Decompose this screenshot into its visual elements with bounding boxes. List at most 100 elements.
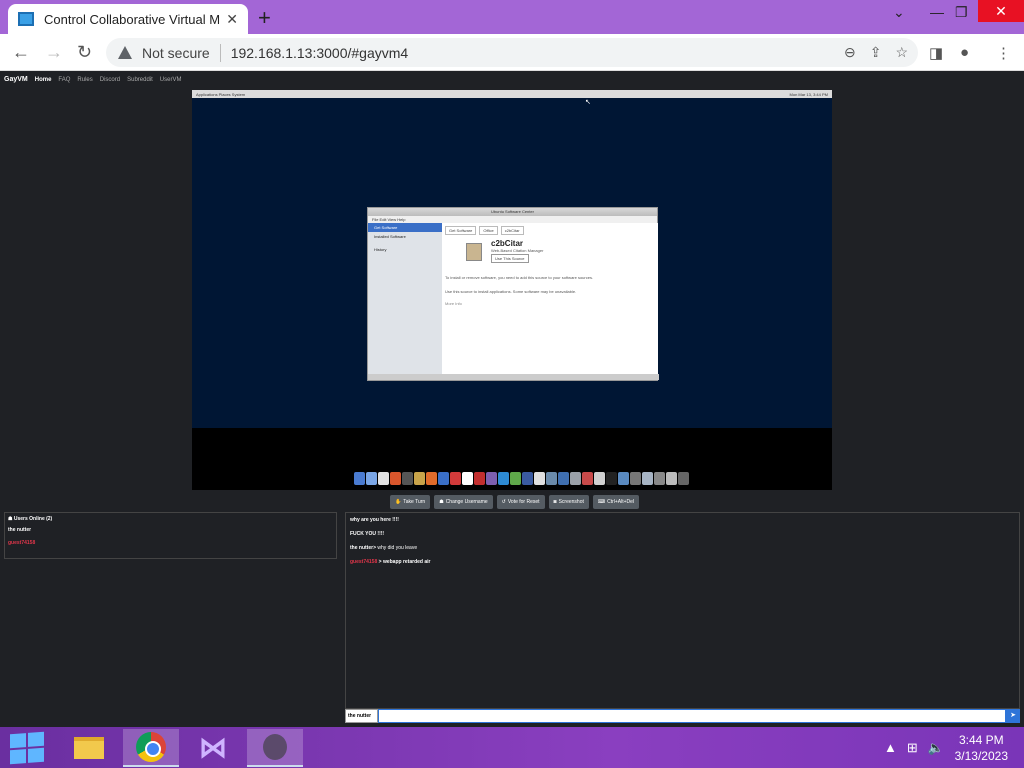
new-tab-button[interactable]: +: [258, 5, 271, 31]
chrome-icon: [136, 732, 166, 762]
chat-input[interactable]: [378, 709, 1006, 723]
not-secure-label: Not secure: [142, 44, 210, 61]
screenshot-button[interactable]: ◙ Screenshot: [548, 495, 589, 509]
hand-icon: ✋: [395, 499, 402, 505]
nav-faq[interactable]: FAQ: [58, 77, 70, 83]
menu-dots-icon[interactable]: ⋮: [996, 44, 1011, 62]
nav-discord[interactable]: Discord: [100, 77, 120, 83]
vote-reset-button[interactable]: ↺ Vote for Reset: [496, 495, 545, 509]
usc-titlebar: Ubuntu Software Center: [368, 208, 657, 216]
windows-logo-icon: [28, 747, 44, 763]
usc-sidebar-installed: Installed Software: [374, 234, 406, 239]
nav-uservm[interactable]: UserVM: [160, 77, 182, 83]
chat-message: why are you here !!!!: [350, 517, 1015, 523]
nav-subreddit[interactable]: Subreddit: [127, 77, 153, 83]
dock-app-icon: [666, 472, 677, 485]
screenshot-label: Screenshot: [558, 499, 584, 505]
ctrl-alt-del-button[interactable]: ⌨ Ctrl+Alt+Del: [592, 495, 640, 509]
dock-app-icon: [654, 472, 665, 485]
restore-button[interactable]: ❐: [955, 4, 968, 21]
bookmark-star-icon[interactable]: ☆: [895, 44, 908, 61]
change-username-label: Change Username: [445, 499, 488, 505]
chevron-down-icon[interactable]: ⌄: [893, 4, 905, 21]
user-item[interactable]: guest74158: [8, 540, 333, 546]
vm-panel-clock: Mon Mar 13, 3:44 PM: [789, 91, 828, 97]
dock-app-icon: [558, 472, 569, 485]
chevron-up-icon[interactable]: ▲: [884, 740, 897, 756]
start-button[interactable]: [10, 731, 44, 765]
send-icon: ➤: [1010, 712, 1016, 719]
chat-text: FUCK YOU !!!!: [350, 531, 385, 537]
side-panel-icon[interactable]: ◨: [929, 44, 943, 62]
vote-reset-label: Vote for Reset: [507, 499, 540, 505]
user-icon: ☗: [439, 499, 444, 505]
usc-app-subtitle: Web-Based Citation Manager: [491, 248, 544, 253]
send-button[interactable]: ➤: [1006, 709, 1020, 723]
url-text[interactable]: 192.168.1.13:3000/#gayvm4: [231, 45, 408, 61]
dock-app-icon: [630, 472, 641, 485]
usc-crumb: Office: [479, 226, 498, 235]
dock-app-icon: [438, 472, 449, 485]
chat-log: why are you here !!!! FUCK YOU !!!! the …: [345, 512, 1020, 709]
clock-date: 3/13/2023: [954, 749, 1008, 763]
keyboard-icon: ⌨: [597, 499, 606, 505]
browser-tab[interactable]: Control Collaborative Virtual Ma ✕: [8, 4, 248, 34]
close-window-button[interactable]: ✕: [978, 0, 1024, 22]
lock-app-button[interactable]: [247, 729, 303, 767]
volume-icon[interactable]: 🔈: [928, 740, 944, 756]
reset-icon: ↺: [501, 499, 506, 505]
dock-app-icon: [426, 472, 437, 485]
users-online-panel: ☗ Users Online (2) the nutter guest74158: [4, 512, 337, 559]
windows-logo-icon: [28, 731, 44, 747]
share-icon[interactable]: ⇪: [870, 44, 882, 61]
profile-icon[interactable]: ●: [960, 44, 969, 61]
taskbar-clock[interactable]: 3:44 PM 3/13/2023: [955, 732, 1008, 764]
usc-sidebar-history: History: [374, 247, 387, 252]
dock-app-icon: [366, 472, 377, 485]
user-item[interactable]: the nutter: [8, 527, 333, 533]
dock-app-icon: [582, 472, 593, 485]
nav-home[interactable]: Home: [35, 77, 52, 83]
dock-app-icon: [486, 472, 497, 485]
dock-app-icon: [510, 472, 521, 485]
usc-desc: To install or remove software, you need …: [445, 275, 594, 280]
clock-time: 3:44 PM: [958, 733, 1004, 747]
vm-dock-area: [192, 428, 832, 490]
dock-app-icon: [498, 472, 509, 485]
take-turn-button[interactable]: ✋ Take Turn: [390, 495, 431, 509]
chrome-taskbar-button[interactable]: [123, 729, 179, 767]
visual-studio-button[interactable]: ⋈: [185, 729, 241, 767]
web-page: GayVM Home FAQ Rules Discord Subreddit U…: [0, 71, 1024, 727]
usc-sidebar: Get Software Installed Software History: [368, 223, 442, 376]
back-button[interactable]: ←: [12, 42, 30, 63]
taskbar: ⋈ ▲ ⊞ 🔈 3:44 PM 3/13/2023: [0, 727, 1024, 768]
address-bar[interactable]: Not secure 192.168.1.13:3000/#gayvm4 ⊖ ⇪…: [106, 38, 918, 67]
file-explorer-button[interactable]: [61, 729, 117, 767]
change-username-button[interactable]: ☗ Change Username: [434, 495, 493, 509]
dock-app-icon: [462, 472, 473, 485]
warning-icon: [118, 46, 132, 59]
usc-link: More Info: [445, 301, 462, 306]
chat-message: guest74158 > webapp retarded air: [350, 559, 431, 565]
vm-screen[interactable]: Applications Places System Mon Mar 13, 3…: [192, 90, 832, 490]
usc-use-source-button: Use This Source: [491, 254, 529, 263]
reload-button[interactable]: ↻: [77, 42, 92, 63]
dock-app-icon: [618, 472, 629, 485]
usc-desc: Use this source to install applications.…: [445, 289, 577, 294]
chat-text: why did you leave: [377, 545, 418, 551]
network-icon[interactable]: ⊞: [907, 740, 918, 756]
forward-button[interactable]: →: [45, 42, 63, 63]
dock-app-icon: [354, 472, 365, 485]
nav-rules[interactable]: Rules: [77, 77, 92, 83]
zoom-icon[interactable]: ⊖: [844, 44, 856, 61]
dock-app-icon: [594, 472, 605, 485]
software-center-window: Ubuntu Software Center File Edit View He…: [367, 207, 659, 381]
dock-app-icon: [414, 472, 425, 485]
site-brand[interactable]: GayVM: [4, 76, 28, 83]
minimize-button[interactable]: —: [930, 4, 944, 20]
vm-top-panel: Applications Places System Mon Mar 13, 3…: [192, 90, 832, 98]
close-tab-icon[interactable]: ✕: [226, 11, 238, 28]
mouse-cursor-icon: ↖: [585, 99, 591, 106]
users-online-title: ☗ Users Online (2): [8, 516, 53, 522]
dock-app-icon: [534, 472, 545, 485]
